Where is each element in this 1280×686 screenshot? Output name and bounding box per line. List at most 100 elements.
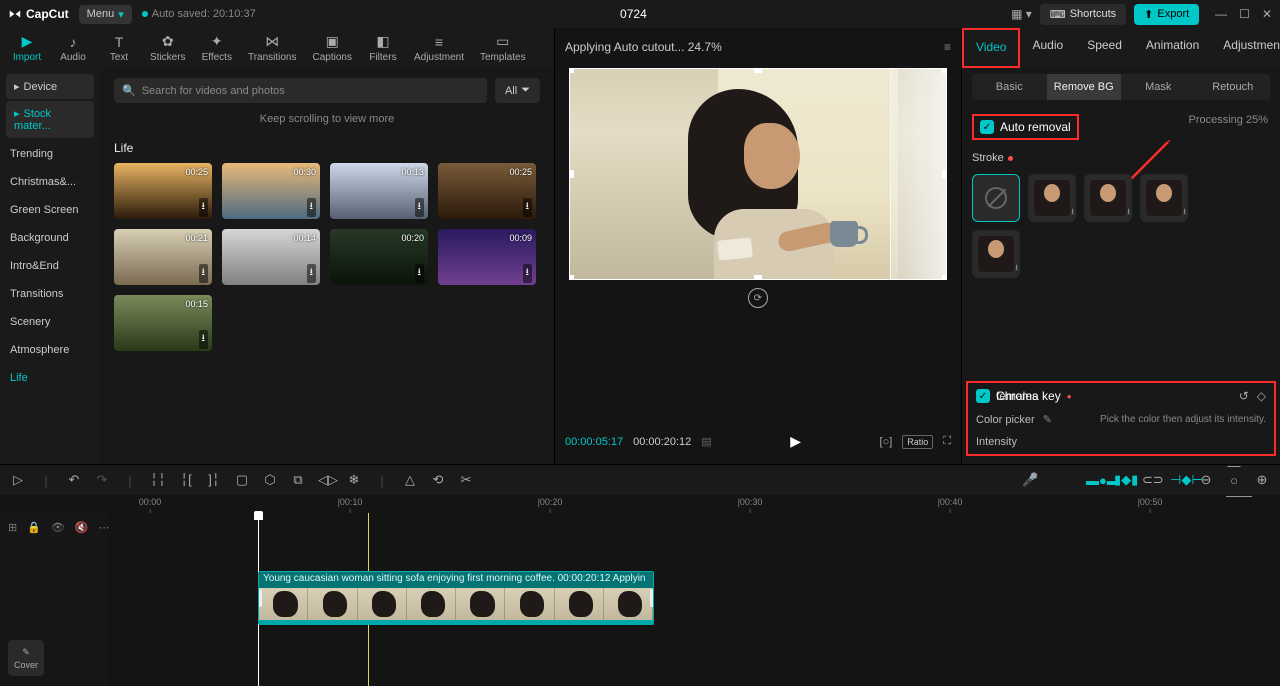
sidebar-item[interactable]: Life — [0, 364, 100, 392]
download-icon[interactable]: ⭳ — [523, 198, 533, 217]
trim-right-icon[interactable]: ]╎ — [206, 472, 222, 488]
redo-icon[interactable]: ↷ — [94, 472, 110, 488]
timeline-tracks[interactable]: Young caucasian woman sitting sofa enjoy… — [108, 513, 1280, 686]
snap-icon[interactable]: ⊂⊃ — [1142, 472, 1158, 488]
preview-menu-icon[interactable]: ≡ — [944, 40, 951, 54]
lock-icon[interactable]: 🔒 — [27, 521, 41, 534]
download-icon[interactable]: ⭳ — [199, 198, 209, 217]
cover-button[interactable]: ✎ Cover — [8, 640, 44, 676]
media-thumbnail[interactable]: 00:13⭳ — [330, 163, 428, 219]
tool-transitions[interactable]: ⋈Transitions — [240, 29, 305, 67]
align-icon[interactable]: ⊣◆⊢ — [1170, 472, 1186, 488]
download-icon[interactable]: ⭳ — [199, 264, 209, 283]
clip-handle-left[interactable] — [258, 589, 262, 607]
export-button[interactable]: ⬆ Export — [1134, 4, 1199, 25]
sidebar-item[interactable]: Trending — [0, 140, 100, 168]
sidebar-item[interactable]: Transitions — [0, 280, 100, 308]
tool-adjustment[interactable]: ≡Adjustment — [406, 30, 472, 67]
freeze-icon[interactable]: ❄ — [346, 472, 362, 488]
mic-icon[interactable]: 🎤 — [1022, 472, 1038, 488]
reset-icon[interactable]: ↺ — [1239, 389, 1249, 403]
marker-icon[interactable]: ⬡ — [262, 472, 278, 488]
sidebar-item[interactable]: Scenery — [0, 308, 100, 336]
scan-icon[interactable]: [○] — [880, 436, 893, 448]
sidebar-item[interactable]: Intro&End — [0, 252, 100, 280]
tool-import[interactable]: ▶Import — [4, 29, 50, 67]
minimize-icon[interactable]: — — [1215, 7, 1227, 21]
media-thumbnail[interactable]: 00:09⭳ — [438, 229, 536, 285]
checkbox-checked-icon[interactable]: ✓ — [976, 389, 990, 403]
stroke-option[interactable]: ⭳ — [972, 230, 1020, 278]
sidebar-item[interactable]: ▸Stock mater... — [6, 101, 94, 138]
inspector-tab-animation[interactable]: Animation — [1134, 28, 1211, 68]
mirror-icon[interactable]: ◁▷ — [318, 472, 334, 488]
eyedropper-icon[interactable]: ✎ — [1043, 413, 1052, 426]
zoom-out-icon[interactable]: ⊖ — [1198, 472, 1214, 488]
layout-icon[interactable]: ▦ ▾ — [1011, 7, 1032, 21]
inspector-tab-video[interactable]: Video — [962, 28, 1020, 68]
tool-stickers[interactable]: ✿Stickers — [142, 29, 194, 67]
toggle-icon[interactable]: ⊞ — [8, 521, 17, 534]
split-icon[interactable]: ╎╎ — [150, 472, 166, 488]
preview-viewport[interactable] — [569, 68, 947, 280]
fullscreen-icon[interactable]: ⛶ — [943, 435, 951, 448]
delete-icon[interactable]: ▢ — [234, 472, 250, 488]
tool-filters[interactable]: ◧Filters — [360, 29, 406, 67]
download-icon[interactable]: ⭳ — [307, 198, 317, 217]
inspector-tab-adjustment[interactable]: Adjustment — [1211, 28, 1280, 68]
maximize-icon[interactable]: ☐ — [1239, 7, 1250, 21]
tool-text[interactable]: TText — [96, 30, 142, 67]
tool-audio[interactable]: ♪Audio — [50, 30, 96, 67]
duplicate-icon[interactable]: ⧉ — [290, 472, 306, 488]
video-clip[interactable]: Young caucasian woman sitting sofa enjoy… — [258, 571, 654, 625]
pointer-tool-icon[interactable]: ▷ — [10, 472, 26, 488]
media-thumbnail[interactable]: 00:30⭳ — [222, 163, 320, 219]
subnav-mask[interactable]: Mask — [1121, 74, 1196, 100]
download-icon[interactable]: ⭳ — [415, 264, 425, 283]
shortcuts-button[interactable]: ⌨ Shortcuts — [1040, 4, 1126, 25]
stroke-none[interactable] — [972, 174, 1020, 222]
sidebar-item[interactable]: ▸Device — [6, 74, 94, 99]
download-icon[interactable]: ⭳ — [199, 330, 209, 349]
undo-icon[interactable]: ↶ — [66, 472, 82, 488]
menu-button[interactable]: Menu ▾ — [79, 5, 132, 24]
auto-removal-toggle[interactable]: ✓ Auto removal — [972, 114, 1079, 140]
inspector-tab-speed[interactable]: Speed — [1075, 28, 1134, 68]
close-icon[interactable]: ✕ — [1262, 7, 1272, 21]
subnav-retouch[interactable]: Retouch — [1196, 74, 1271, 100]
search-input[interactable]: 🔍 Search for videos and photos — [114, 78, 487, 103]
media-thumbnail[interactable]: 00:21⭳ — [114, 229, 212, 285]
download-icon[interactable]: ⭳ — [415, 198, 425, 217]
download-icon[interactable]: ⭳ — [523, 264, 533, 283]
filter-all-button[interactable]: All⏷ — [495, 78, 540, 103]
inspector-tab-audio[interactable]: Audio — [1020, 28, 1075, 68]
magnet-icon[interactable]: ▬●▬ — [1086, 473, 1102, 488]
zoom-in-icon[interactable]: ⊕ — [1254, 472, 1270, 488]
media-thumbnail[interactable]: 00:25⭳ — [438, 163, 536, 219]
sidebar-item[interactable]: Green Screen — [0, 196, 100, 224]
crop-icon[interactable]: ✂ — [458, 472, 474, 488]
subnav-basic[interactable]: Basic — [972, 74, 1047, 100]
diamond-icon[interactable]: ◇ — [1257, 389, 1266, 403]
tool-templates[interactable]: ▭Templates — [472, 29, 534, 67]
media-thumbnail[interactable]: 00:14⭳ — [222, 229, 320, 285]
mute-icon[interactable]: 🔇 — [75, 521, 89, 534]
warning-icon[interactable]: △ — [402, 472, 418, 488]
ratio-button[interactable]: Ratio — [902, 435, 933, 449]
eye-icon[interactable]: 👁 — [51, 521, 65, 534]
tool-effects[interactable]: ✦Effects — [194, 29, 240, 67]
stroke-option[interactable]: ⭳ — [1140, 174, 1188, 222]
grid-toggle-icon[interactable]: ▤ — [701, 435, 711, 448]
tool-captions[interactable]: ▣Captions — [305, 29, 360, 67]
sidebar-item[interactable]: Christmas&... — [0, 168, 100, 196]
clip-handle-right[interactable] — [650, 589, 654, 607]
media-thumbnail[interactable]: 00:25⭳ — [114, 163, 212, 219]
link-icon[interactable]: ▮◆▮ — [1114, 472, 1130, 488]
rotate-icon[interactable]: ⟲ — [430, 472, 446, 488]
subnav-remove-bg[interactable]: Remove BG — [1047, 74, 1122, 100]
download-icon[interactable]: ⭳ — [307, 264, 317, 283]
sidebar-item[interactable]: Background — [0, 224, 100, 252]
media-thumbnail[interactable]: 00:20⭳ — [330, 229, 428, 285]
stroke-option[interactable]: ⭳ — [1028, 174, 1076, 222]
media-thumbnail[interactable]: 00:15⭳ — [114, 295, 212, 351]
